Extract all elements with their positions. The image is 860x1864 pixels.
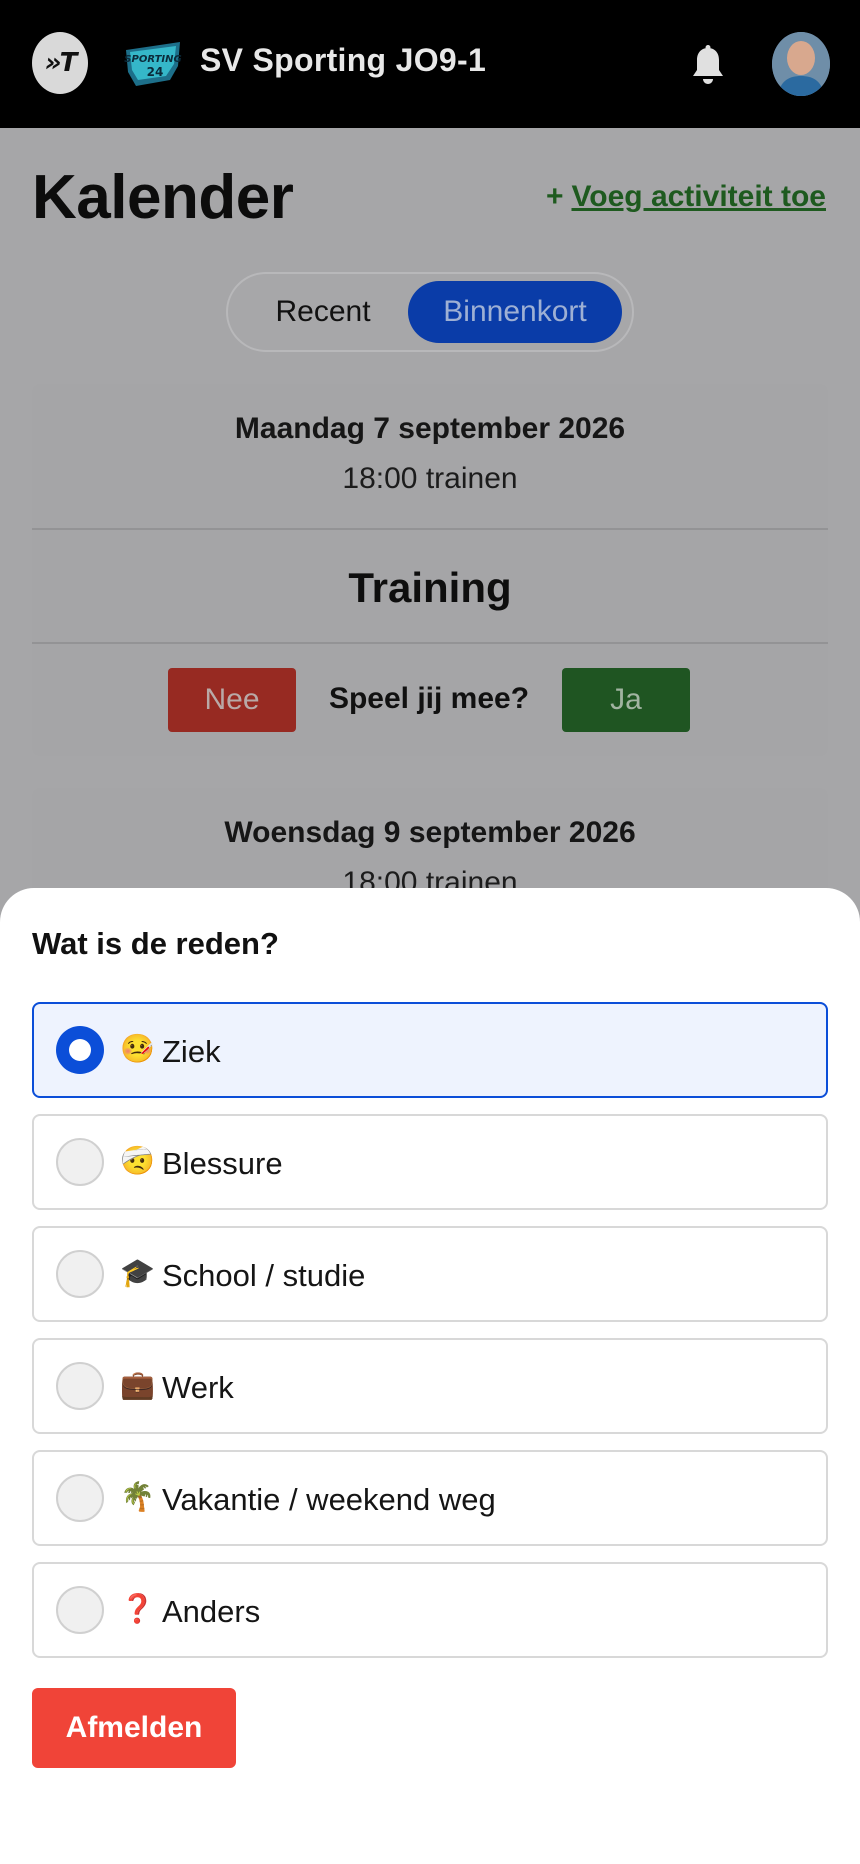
- reason-label: Werk: [162, 1370, 234, 1405]
- page-title: Kalender: [32, 163, 294, 232]
- event-time: 18:00 trainen: [342, 462, 518, 495]
- radio-button[interactable]: [56, 1026, 104, 1074]
- tab-recent[interactable]: Recent: [238, 281, 408, 343]
- accept-button[interactable]: Ja: [562, 668, 690, 732]
- tab-upcoming[interactable]: Binnenkort: [408, 281, 622, 343]
- team-logo-text: SPORTING: [124, 54, 181, 65]
- radio-button[interactable]: [56, 1586, 104, 1634]
- reason-label: Anders: [162, 1594, 261, 1629]
- event-date: Maandag 7 september 2026: [234, 412, 626, 445]
- graduation-cap-icon: 🎓: [120, 1256, 155, 1289]
- injured-face-icon: 🤕: [120, 1144, 155, 1177]
- reason-option-school[interactable]: 🎓 School / studie: [32, 1226, 828, 1322]
- palm-tree-icon: 🌴: [120, 1480, 155, 1513]
- radio-button[interactable]: [56, 1250, 104, 1298]
- reason-option-blessure[interactable]: 🤕 Blessure: [32, 1114, 828, 1210]
- reason-label: School / studie: [162, 1258, 366, 1293]
- briefcase-icon: 💼: [120, 1368, 155, 1401]
- sick-face-icon: 🤒: [120, 1032, 155, 1065]
- reason-label: Vakantie / weekend weg: [162, 1482, 496, 1517]
- reason-option-anders[interactable]: ❓ Anders: [32, 1562, 828, 1658]
- reason-option-vakantie[interactable]: 🌴 Vakantie / weekend weg: [32, 1450, 828, 1546]
- reason-option-ziek[interactable]: 🤒 Ziek: [32, 1002, 828, 1098]
- sheet-title: Wat is de reden?: [32, 926, 279, 961]
- avatar[interactable]: [772, 32, 830, 96]
- team-logo: SPORTING 24: [124, 42, 182, 86]
- radio-button[interactable]: [56, 1362, 104, 1410]
- calendar-tabs: Recent Binnenkort: [226, 272, 634, 352]
- absence-reason-sheet: Wat is de reden? 🤒 Ziek 🤕 Blessure 🎓 Sch…: [0, 888, 860, 1864]
- add-activity-label: Voeg activiteit toe: [571, 180, 826, 213]
- reason-label: Blessure: [162, 1146, 283, 1181]
- decline-button[interactable]: Nee: [168, 668, 296, 732]
- divider: [32, 642, 828, 644]
- event-card[interactable]: Maandag 7 september 2026 18:00 trainen T…: [32, 384, 828, 756]
- reason-option-werk[interactable]: 💼 Werk: [32, 1338, 828, 1434]
- team-logo-number: 24: [147, 65, 164, 79]
- top-bar: »T SPORTING 24 SV Sporting JO9-1: [0, 0, 860, 128]
- event-date: Woensdag 9 september 2026: [224, 816, 636, 849]
- app-logo[interactable]: »T: [32, 32, 88, 94]
- radio-button[interactable]: [56, 1138, 104, 1186]
- rsvp-question: Speel jij mee?: [328, 682, 530, 715]
- unsubscribe-button[interactable]: Afmelden: [32, 1688, 236, 1768]
- divider: [32, 528, 828, 530]
- team-name[interactable]: SV Sporting JO9-1: [200, 42, 486, 79]
- add-activity-link[interactable]: + Voeg activiteit toe: [546, 180, 826, 214]
- event-type: Training: [348, 564, 512, 611]
- plus-icon: +: [545, 180, 564, 213]
- avatar-image: [772, 32, 830, 96]
- radio-button[interactable]: [56, 1474, 104, 1522]
- question-mark-icon: ❓: [120, 1592, 155, 1625]
- bell-icon[interactable]: [690, 44, 726, 86]
- reason-label: Ziek: [162, 1034, 221, 1069]
